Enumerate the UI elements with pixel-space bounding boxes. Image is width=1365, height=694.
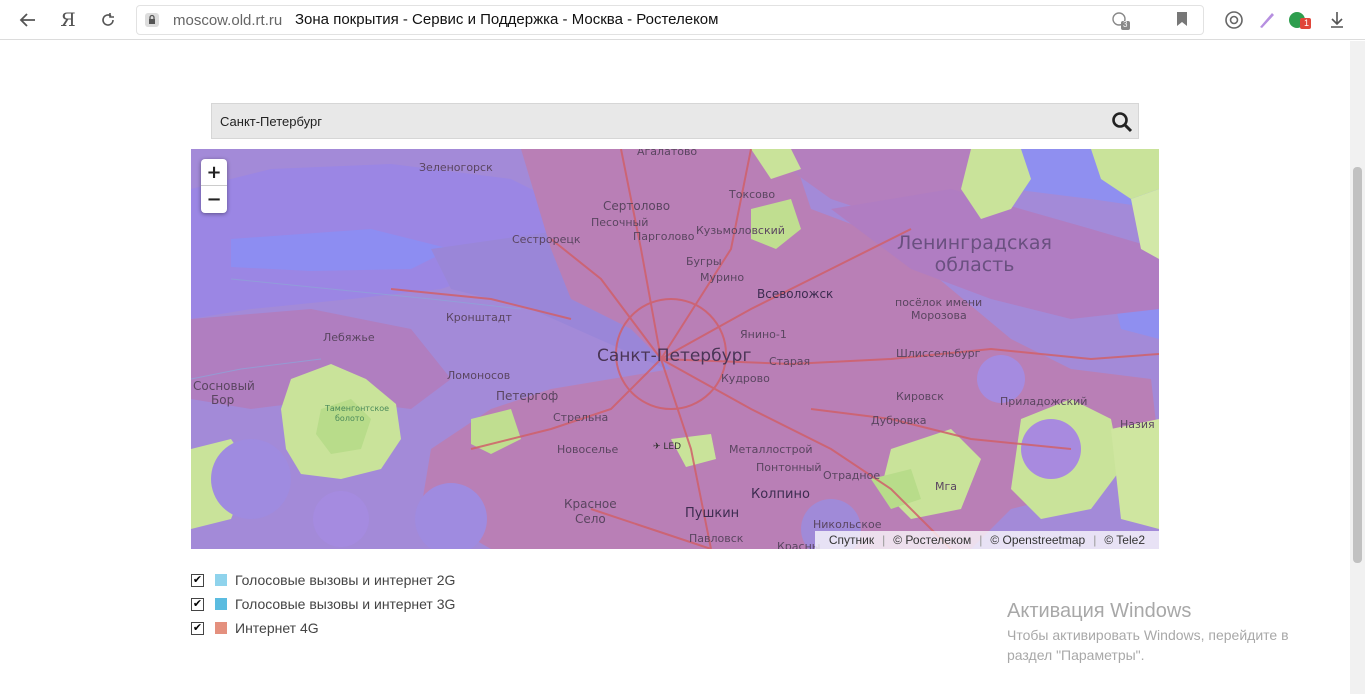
map-label-staraya: Старая	[769, 355, 811, 368]
map-label-city: Санкт-Петербург	[597, 346, 752, 366]
map-label-pargolovo: Парголово	[633, 230, 695, 243]
map-label-toksovo: Токсово	[729, 188, 776, 201]
legend-label-3g: Голосовые вызовы и интернет 3G	[235, 596, 456, 612]
map-label-peterhof: Петергоф	[496, 389, 559, 403]
reload-icon[interactable]	[96, 8, 120, 32]
page-scrollbar[interactable]	[1350, 41, 1365, 694]
zoom-control: + −	[201, 159, 227, 213]
tabs-count: 3	[1123, 20, 1128, 29]
coverage-map[interactable]: Агалатово Зеленогорск Токсово Сертолово …	[191, 149, 1159, 549]
map-label-novoselye: Новоселье	[557, 443, 619, 456]
page-title: Зона покрытия - Сервис и Поддержка - Мос…	[295, 11, 719, 28]
legend-checkbox-4g[interactable]: ✔	[191, 622, 204, 635]
map-label-kronshtadt: Кронштадт	[446, 311, 512, 324]
map-label-tamengont-2: болото	[335, 414, 365, 423]
legend-label-2g: Голосовые вызовы и интернет 2G	[235, 572, 456, 588]
zoom-in-button[interactable]: +	[201, 159, 227, 186]
legend-label-4g: Интернет 4G	[235, 620, 319, 636]
map-label-region-line2: область	[934, 254, 1015, 276]
windows-activation-watermark: Активация Windows Чтобы активировать Win…	[1007, 600, 1327, 665]
scrollbar-thumb[interactable]	[1353, 167, 1362, 563]
tabs-counter-icon[interactable]: 3	[1111, 11, 1130, 30]
map-label-nikolskoe: Никольское	[813, 518, 882, 531]
map-label-pushkin: Пушкин	[685, 506, 740, 521]
legend-swatch-4g	[215, 622, 227, 634]
activation-text: Чтобы активировать Windows, перейдите в …	[1007, 627, 1289, 663]
map-label-zelenogorsk: Зеленогорск	[419, 161, 493, 174]
pen-extension-icon[interactable]	[1255, 8, 1279, 32]
map-label-airport: ✈ LED	[653, 442, 682, 452]
map-label-nazia: Назия	[1120, 418, 1155, 431]
map-label-morozova-2: Морозова	[911, 309, 967, 322]
map-label-mga: Мга	[935, 480, 958, 493]
legend-swatch-3g	[215, 598, 227, 610]
attribution-rostelecom[interactable]: © Ростелеком	[885, 533, 979, 547]
legend-item-4g[interactable]: ✔ Интернет 4G	[191, 620, 491, 638]
map-label-priladozhsky: Приладожский	[1000, 395, 1088, 408]
map-attribution: Спутник | © Ростелеком | © Openstreetmap | …	[814, 531, 1159, 549]
lock-icon	[145, 13, 159, 27]
url-domain: moscow.old.rt.ru	[173, 12, 283, 29]
map-label-krasnoe: Красное Село	[564, 497, 617, 527]
legend-checkbox-3g[interactable]: ✔	[191, 598, 204, 611]
download-icon[interactable]	[1325, 8, 1349, 32]
map-label-agalatovo: Агалатово	[637, 149, 698, 158]
map-label-tamengont: Таменгонтское болото	[325, 404, 389, 424]
map-label-sertolovo: Сертолово	[603, 199, 671, 213]
map-label-yanino: Янино-1	[740, 328, 787, 341]
map-label-sosnovy-2: Бор	[211, 393, 235, 407]
zoom-out-button[interactable]: −	[201, 186, 227, 213]
legend-item-2g[interactable]: ✔ Голосовые вызовы и интернет 2G	[191, 572, 491, 590]
map-label-lebyazhye: Лебяжье	[323, 331, 375, 344]
legend-checkbox-2g[interactable]: ✔	[191, 574, 204, 587]
map-label-dubrovka: Дубровка	[871, 414, 927, 427]
map-label-sosnovy-1: Сосновый	[193, 379, 255, 393]
map-label-sosnovy: Сосновый Бор	[193, 379, 255, 407]
address-bar[interactable]: moscow.old.rt.ru Зона покрытия - Сервис …	[136, 5, 1204, 35]
map-label-pontonny: Понтонный	[756, 461, 822, 474]
map-label-sestroretsk: Сестрорецк	[512, 233, 581, 246]
extension-icon[interactable]: 1	[1288, 8, 1312, 32]
bookmark-icon[interactable]	[1175, 11, 1193, 29]
activation-title: Активация Windows	[1007, 600, 1192, 622]
legend-item-3g[interactable]: ✔ Голосовые вызовы и интернет 3G	[191, 596, 491, 614]
map-label-morozova-1: посёлок имени	[895, 296, 983, 309]
map-label-vsevolozhsk: Всеволожск	[757, 287, 834, 301]
attribution-osm[interactable]: © Openstreetmap	[982, 533, 1093, 547]
back-arrow-icon[interactable]	[16, 8, 40, 32]
map-label-otradnoe: Отрадное	[823, 469, 881, 482]
yandex-logo-icon[interactable]: Я	[56, 8, 80, 32]
map-label-bugry: Бугры	[686, 255, 722, 268]
map-label-metallostroy: Металлострой	[729, 443, 813, 456]
map-label-strelna: Стрельна	[553, 411, 609, 424]
extension-badge: 1	[1304, 18, 1310, 28]
map-label-kirovsk: Кировск	[896, 390, 944, 403]
map-label-shlisselburg: Шлиссельбург	[896, 347, 981, 360]
legend-swatch-2g	[215, 574, 227, 586]
map-label-pesochny: Песочный	[591, 216, 649, 229]
search-input[interactable]	[212, 104, 1092, 138]
attribution-tele2[interactable]: © Tele2	[1096, 533, 1153, 547]
map-label-region-line1: Ленинградская	[897, 232, 1052, 254]
attribution-sputnik[interactable]: Спутник	[821, 533, 882, 547]
map-label-krasnoe-2: Село	[574, 512, 606, 526]
map-label-murino: Мурино	[700, 271, 745, 284]
search-box	[211, 103, 1139, 139]
map-label-region: Ленинградская область	[897, 232, 1052, 276]
browser-toolbar: Я moscow.old.rt.ru Зона покрытия - Серви…	[0, 0, 1365, 40]
map-label-tamengont-1: Таменгонтское	[325, 404, 390, 413]
search-icon[interactable]	[1110, 110, 1134, 134]
alice-icon[interactable]	[1222, 8, 1246, 32]
map-label-kuzmolovsky: Кузьмоловский	[696, 224, 785, 237]
map-label-led: LED	[663, 442, 682, 452]
map-label-krasnoe-1: Красное	[564, 497, 617, 511]
map-label-lomonosov: Ломоносов	[447, 369, 511, 382]
map-label-kudrovo: Кудрово	[721, 372, 770, 385]
map-label-kolpino: Колпино	[751, 487, 810, 502]
map-label-pavlovsk: Павловск	[689, 532, 744, 545]
